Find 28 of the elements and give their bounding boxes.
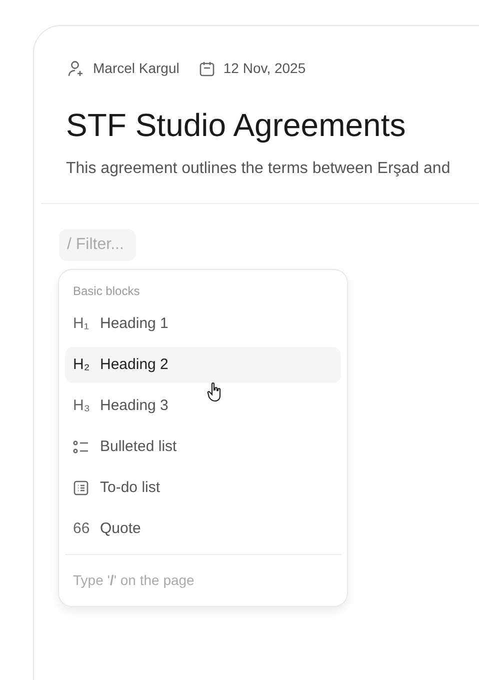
section-label: Basic blocks	[72, 283, 141, 300]
description-text: This agreement outlines the terms between Erşad and	[65, 159, 452, 179]
calendar-icon	[199, 60, 216, 76]
footer-hint: Type '/' on the page	[72, 571, 196, 590]
glyph-icon: H₃	[73, 394, 95, 418]
item-label: Heading 1	[100, 314, 168, 334]
author-name: Marcel Kargul	[93, 59, 180, 78]
glyph-icon: H₁	[73, 312, 95, 336]
glyph-icon: 66	[73, 518, 95, 540]
item-label: Heading 2	[100, 354, 168, 375]
pointer-hand-icon	[207, 382, 223, 402]
date-text: 12 Nov, 2025	[223, 59, 306, 78]
item-label: Bulleted list	[100, 436, 177, 457]
item-label: Quote	[100, 518, 141, 539]
item-label: To-do list	[100, 478, 160, 498]
menu-item[interactable]: Bulleted list	[65, 429, 341, 465]
user-add-icon	[67, 60, 85, 78]
menu-item[interactable]: 66 Quote	[65, 511, 341, 547]
menu-item[interactable]: H₁ Heading 1	[65, 306, 341, 342]
menu-item[interactable]: H₃ Heading 3	[65, 388, 341, 424]
list-icon	[73, 480, 89, 496]
menu-item[interactable]: H₂ Heading 2	[65, 347, 341, 383]
page-title: STF Studio Agreements	[65, 109, 407, 141]
filter-field[interactable]: / Filter...	[59, 229, 136, 261]
item-label: Heading 3	[100, 396, 168, 416]
glyph-icon: H₂	[73, 354, 95, 376]
bulleted-list-icon	[73, 440, 89, 454]
menu-item[interactable]: To-do list	[65, 470, 341, 506]
